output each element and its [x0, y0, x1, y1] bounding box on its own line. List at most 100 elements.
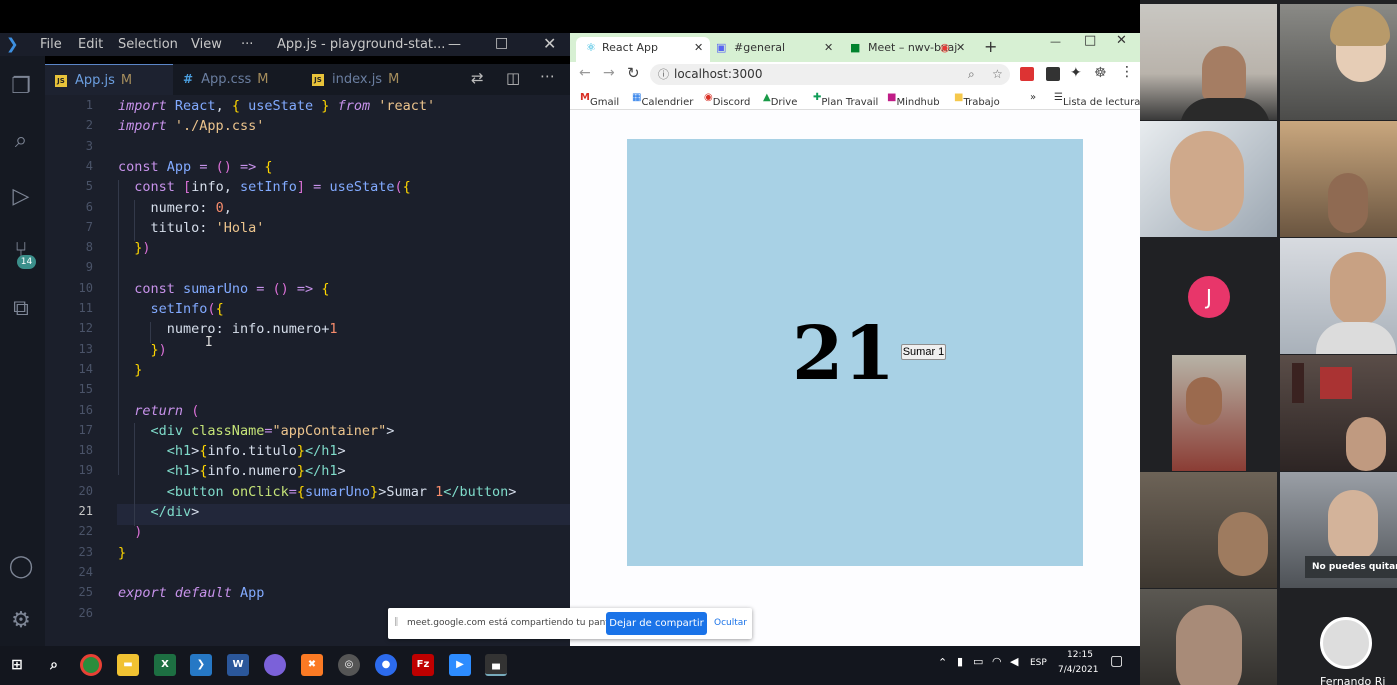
bookmark-drive[interactable]: ▲ Drive — [763, 92, 797, 108]
new-tab-icon[interactable]: + — [984, 37, 997, 56]
file-explorer-icon[interactable]: ▬ — [117, 654, 139, 676]
code-line[interactable]: const sumarUno = () => { — [118, 281, 329, 297]
reading-list[interactable]: ☰ Lista de lectura — [1054, 92, 1140, 108]
participant-video-9[interactable]: No puedes quitar a — [1280, 472, 1397, 588]
extension-game-icon[interactable]: ☸ — [1094, 65, 1107, 81]
wifi-icon[interactable]: ◠ — [992, 655, 1002, 668]
chrome-icon[interactable] — [80, 654, 102, 676]
bookmark-trabajo[interactable]: ■ Trabajo — [954, 92, 1000, 108]
vscode-icon[interactable]: ❯ — [190, 654, 212, 676]
microphone-icon[interactable]: ▮ — [957, 655, 963, 668]
code-line[interactable]: import './App.css' — [118, 118, 264, 134]
code-line[interactable]: <div className="appContainer"> — [118, 423, 395, 439]
bookmarks-overflow[interactable]: » — [1030, 92, 1036, 103]
windows-start-icon[interactable]: ⊞ — [6, 654, 28, 676]
menu-more[interactable]: ··· — [241, 37, 253, 52]
account-icon[interactable]: ◯ — [6, 552, 36, 582]
back-icon[interactable]: ← — [579, 65, 591, 81]
zoom-icon[interactable]: ⌕ — [968, 64, 975, 85]
participant-video-6[interactable] — [1140, 355, 1277, 471]
code-editor[interactable]: 1 import React, { useState } from 'react'… — [45, 95, 570, 646]
code-line[interactable]: } — [118, 545, 126, 561]
excel-icon[interactable]: X — [154, 654, 176, 676]
participant-video-5[interactable] — [1280, 238, 1397, 354]
maximize-icon[interactable]: □ — [495, 35, 508, 51]
open-changes-icon[interactable]: ⇄ — [471, 69, 484, 87]
browser-tab-meet[interactable]: ■ Meet – nwv-bxaj ◉ ✕ — [850, 37, 968, 62]
participant-video-2[interactable] — [1280, 4, 1397, 120]
zoom-icon[interactable]: ▶ — [449, 654, 471, 676]
participant-video-4[interactable] — [1280, 121, 1397, 237]
code-line[interactable]: </div> — [118, 504, 200, 520]
browser-tab-discord[interactable]: ▣ #general ✕ — [716, 37, 842, 62]
search-icon[interactable]: ⌕ — [6, 126, 36, 156]
clock-date[interactable]: 7/4/2021 — [1058, 665, 1098, 675]
code-line[interactable]: titulo: 'Hola' — [118, 220, 265, 236]
tray-up-icon[interactable]: ⌃ — [938, 656, 947, 669]
participant-video-8[interactable] — [1140, 472, 1277, 588]
bookmark-plan-travail[interactable]: ✚ Plan Travail — [813, 92, 878, 108]
extension-screenshot-icon[interactable] — [1046, 67, 1060, 81]
split-editor-icon[interactable]: ◫ — [506, 69, 520, 87]
participant-video-1[interactable] — [1140, 4, 1277, 120]
browser-tab-react-app[interactable]: ⚛ React App ✕ — [576, 37, 710, 62]
volume-icon[interactable]: ◀ — [1010, 655, 1018, 668]
participant-video-10[interactable] — [1140, 589, 1277, 685]
code-line[interactable]: numero: info.numero+1 — [118, 321, 338, 337]
notifications-icon[interactable]: ▢ — [1110, 653, 1123, 669]
terminal-icon[interactable]: ▄ — [485, 654, 507, 676]
participant-video-7[interactable] — [1280, 355, 1397, 471]
hide-button[interactable]: Ocultar — [714, 618, 747, 628]
run-debug-icon[interactable]: ▷ — [6, 182, 36, 212]
participant-avatar-tile[interactable]: J — [1140, 238, 1277, 354]
code-line[interactable]: export default App — [118, 585, 264, 601]
bookmark-discord[interactable]: ◉ Discord — [704, 92, 750, 108]
stop-sharing-button[interactable]: Dejar de compartir — [606, 612, 707, 635]
forward-icon[interactable]: → — [603, 65, 615, 81]
language-indicator[interactable]: ESP — [1030, 658, 1047, 668]
code-line[interactable]: const [info, setInfo] = useState({ — [118, 179, 411, 195]
tab-close-icon[interactable]: ✕ — [824, 37, 833, 59]
menu-view[interactable]: View — [191, 37, 222, 52]
vscode-logo-icon[interactable]: ❯ — [6, 35, 19, 53]
tab-close-icon[interactable]: ✕ — [694, 37, 703, 59]
code-line[interactable]: <h1>{info.numero}</h1> — [118, 463, 346, 479]
bookmark-mindhub[interactable]: ■ Mindhub — [887, 92, 940, 108]
code-line[interactable]: setInfo({ — [118, 301, 224, 317]
close-icon[interactable]: ✕ — [1116, 33, 1127, 48]
code-line[interactable]: }) — [118, 342, 167, 358]
menu-selection[interactable]: Selection — [118, 37, 178, 52]
taskbar-search-icon[interactable]: ⌕ — [43, 654, 65, 676]
extensions-icon[interactable]: ⧉ — [6, 294, 36, 324]
code-line[interactable]: return ( — [118, 403, 199, 419]
code-line[interactable]: ) — [118, 524, 142, 540]
filezilla-icon[interactable]: Fz — [412, 654, 434, 676]
code-line[interactable]: const App = () => { — [118, 159, 273, 175]
maximize-icon[interactable]: □ — [1084, 33, 1096, 48]
minimize-icon[interactable]: — — [448, 37, 461, 52]
extensions-puzzle-icon[interactable]: ✦ — [1070, 65, 1082, 81]
battery-icon[interactable]: ▭ — [973, 655, 983, 668]
more-actions-icon[interactable]: ⋯ — [540, 67, 555, 85]
code-line[interactable]: numero: 0, — [118, 200, 232, 216]
tab-index-js[interactable]: JS index.js M — [302, 64, 422, 95]
signal-icon[interactable]: ● — [375, 654, 397, 676]
word-icon[interactable]: W — [227, 654, 249, 676]
bookmark-star-icon[interactable]: ☆ — [992, 64, 1003, 85]
participant-self-tile[interactable]: Fernando Ri — [1280, 589, 1397, 685]
code-line[interactable]: import React, { useState } from 'react' — [118, 98, 435, 114]
code-line[interactable]: } — [118, 362, 142, 378]
chrome-menu-icon[interactable]: ⋮ — [1120, 64, 1134, 80]
participant-video-3[interactable] — [1140, 121, 1277, 237]
close-icon[interactable]: ✕ — [543, 34, 556, 53]
menu-file[interactable]: File — [40, 37, 62, 52]
github-desktop-icon[interactable]: ◎ — [338, 654, 360, 676]
bookmark-calendrier[interactable]: ▦ Calendrier — [632, 92, 693, 108]
explorer-icon[interactable]: ❐ — [6, 72, 36, 102]
bookmark-gmail[interactable]: M Gmail — [580, 92, 619, 108]
code-line[interactable]: <button onClick={sumarUno}>Sumar 1</butt… — [118, 484, 517, 500]
clock-time[interactable]: 12:15 — [1067, 650, 1093, 660]
tab-app-js[interactable]: JS App.js M — [45, 64, 173, 95]
url-field[interactable]: ⓘ localhost:3000 ⌕ ☆ — [650, 64, 1010, 85]
sumar-button[interactable]: Sumar 1 — [901, 344, 946, 360]
